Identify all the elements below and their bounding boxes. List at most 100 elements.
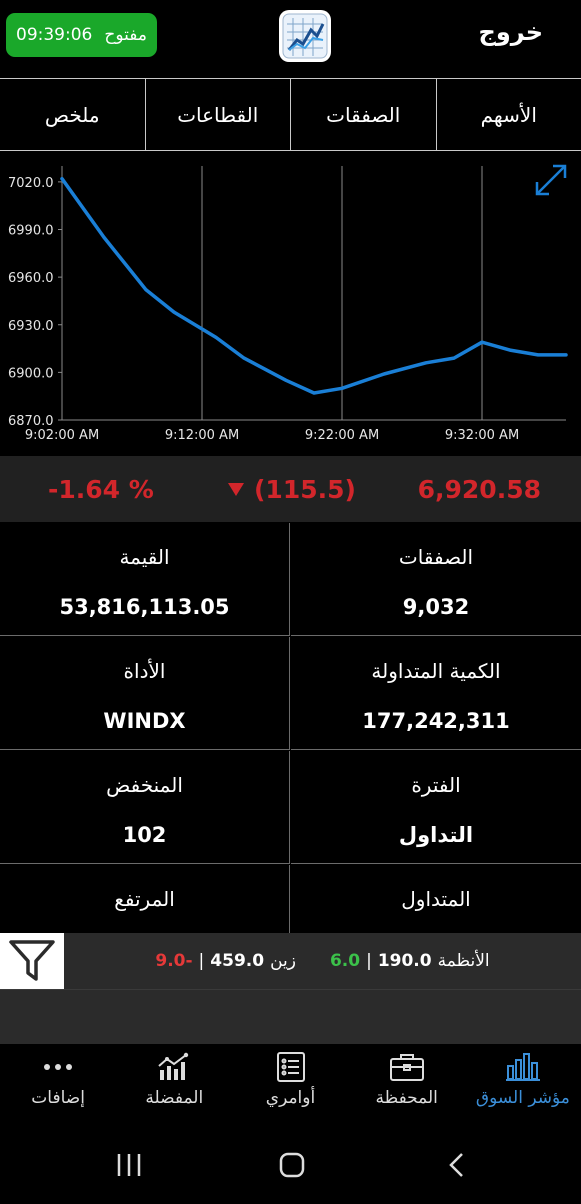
filter-icon: [8, 939, 56, 983]
empty-bar: [0, 989, 581, 1044]
market-status-label: مفتوح: [104, 25, 147, 45]
change-group: (115.5): [228, 475, 356, 504]
nav-label: المحفظة: [376, 1088, 438, 1108]
stats-grid: الصفقات 9,032 القيمة 53,816,113.05 الكمي…: [0, 523, 581, 933]
stat-high: المرتفع: [0, 865, 290, 933]
trend-chart-icon: [156, 1052, 192, 1082]
stat-label: الكمية المتداولة: [291, 659, 581, 683]
stat-label: المنخفض: [0, 773, 289, 797]
back-icon[interactable]: [451, 1154, 462, 1176]
data-point: [425, 361, 428, 364]
data-point: [243, 357, 246, 360]
stat-value: 53,816,113.05: [0, 595, 289, 619]
ticker-separator: |: [199, 951, 205, 971]
system-nav-bar: [0, 1128, 581, 1200]
stat-label: القيمة: [0, 545, 289, 569]
app-logo: [279, 10, 331, 62]
market-status-badge: 09:39:06 مفتوح: [6, 13, 157, 57]
y-tick-label: 6900.0: [8, 366, 54, 381]
stat-turnover: القيمة 53,816,113.05: [0, 523, 290, 636]
index-series-line: [62, 179, 566, 393]
data-point: [145, 288, 148, 291]
data-point: [61, 177, 64, 180]
ticker-text: الأنظمة 190.0 | 6.0 زين 459.0 | -9.0: [64, 933, 581, 989]
data-point: [173, 311, 176, 314]
stat-period: الفترة التداول: [291, 751, 581, 864]
y-tick-label: 6960.0: [8, 271, 54, 286]
stat-label: المرتفع: [0, 887, 289, 911]
x-tick-label: 9:22:00 AM: [305, 428, 379, 443]
stat-instrument: الأداة WINDX: [0, 637, 290, 750]
tab-sectors[interactable]: القطاعات: [145, 79, 291, 150]
ticker-item2-change: -9.0: [155, 951, 192, 971]
nav-label: أوامري: [266, 1088, 315, 1108]
nav-more[interactable]: إضافات: [0, 1044, 116, 1128]
data-point: [313, 392, 316, 395]
index-summary-bar: -1.64 % (115.5) 6,920.58: [0, 456, 581, 522]
list-icon: [273, 1052, 309, 1082]
stat-value: 9,032: [291, 595, 581, 619]
down-arrow-icon: [228, 483, 244, 496]
stat-value: WINDX: [0, 709, 289, 733]
briefcase-icon: [389, 1052, 425, 1082]
ticker-item2-name: زين: [270, 951, 296, 971]
change-percent: -1.64 %: [48, 475, 154, 504]
data-point: [453, 357, 456, 360]
ticker-separator: |: [366, 951, 372, 971]
stat-low: المنخفض 102: [0, 751, 290, 864]
y-tick-label: 6930.0: [8, 319, 54, 334]
data-point: [285, 379, 288, 382]
ticker-item1-price: 190.0: [378, 951, 432, 971]
app-header: 09:39:06 مفتوح خروج: [0, 0, 581, 78]
stat-value: 102: [0, 823, 289, 847]
recent-apps-icon[interactable]: [119, 1154, 139, 1176]
expand-icon[interactable]: [533, 162, 569, 198]
market-time: 09:39:06: [16, 25, 92, 45]
stat-label: المتداول: [291, 887, 581, 911]
y-tick-label: 7020.0: [8, 176, 54, 191]
nav-orders[interactable]: أوامري: [232, 1044, 348, 1128]
data-point: [537, 353, 540, 356]
data-point: [509, 349, 512, 352]
ticker-item2-price: 459.0: [210, 951, 264, 971]
tab-stocks[interactable]: الأسهم: [436, 79, 581, 150]
change-value: (115.5): [254, 475, 356, 504]
nav-label: مؤشر السوق: [476, 1088, 570, 1108]
x-tick-label: 9:32:00 AM: [445, 428, 519, 443]
home-icon[interactable]: [281, 1154, 303, 1176]
y-tick-label: 6990.0: [8, 224, 54, 239]
stat-value: التداول: [291, 823, 581, 847]
stock-ticker: الأنظمة 190.0 | 6.0 زين 459.0 | -9.0: [0, 933, 581, 989]
index-chart: 7020.06990.06960.06930.06900.06870.09:02…: [0, 152, 581, 454]
main-tabs: الأسهم الصفقات القطاعات ملخص: [0, 78, 581, 151]
data-point: [103, 236, 106, 239]
x-tick-label: 9:02:00 AM: [25, 428, 99, 443]
stat-trades: الصفقات 9,032: [291, 523, 581, 636]
data-point: [383, 372, 386, 375]
stat-label: الصفقات: [291, 545, 581, 569]
data-point: [215, 336, 218, 339]
ticker-item1-name: الأنظمة: [438, 951, 490, 971]
ticker-item1-change: 6.0: [330, 951, 360, 971]
exit-button[interactable]: خروج: [479, 18, 543, 46]
index-line-chart: 7020.06990.06960.06930.06900.06870.09:02…: [0, 152, 581, 454]
nav-favorites[interactable]: المفضلة: [116, 1044, 232, 1128]
x-tick-label: 9:12:00 AM: [165, 428, 239, 443]
nav-label: المفضلة: [145, 1088, 203, 1108]
more-icon: [40, 1052, 76, 1082]
stat-volume: الكمية المتداولة 177,242,311: [291, 637, 581, 750]
bar-chart-icon: [505, 1052, 541, 1082]
bottom-nav: مؤشر السوق المحفظة أوامري: [0, 1044, 581, 1128]
index-value: 6,920.58: [418, 475, 541, 504]
tab-summary[interactable]: ملخص: [0, 79, 145, 150]
stat-traded: المتداول: [291, 865, 581, 933]
stat-value: 177,242,311: [291, 709, 581, 733]
tab-trades[interactable]: الصفقات: [290, 79, 436, 150]
stat-label: الأداة: [0, 659, 289, 683]
data-point: [341, 387, 344, 390]
filter-button[interactable]: [0, 933, 64, 989]
nav-portfolio[interactable]: المحفظة: [349, 1044, 465, 1128]
nav-market-index[interactable]: مؤشر السوق: [465, 1044, 581, 1128]
stat-label: الفترة: [291, 773, 581, 797]
data-point: [481, 341, 484, 344]
